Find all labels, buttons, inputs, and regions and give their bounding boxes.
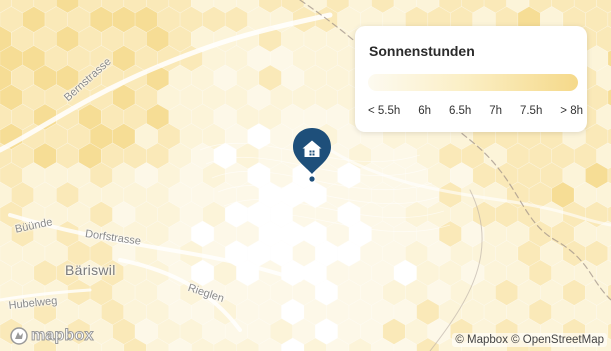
sun-hours-map[interactable]: Bernstrasse Dorfstrasse Büünde Bäriswil … (0, 0, 611, 351)
place-label-bariswil: Bäriswil (65, 262, 116, 278)
sunshine-legend: Sonnenstunden < 5.5h 6h 6.5h 7h 7.5h > 8… (355, 26, 587, 132)
marker-dot (309, 176, 315, 182)
legend-tick: 7.5h (519, 105, 543, 117)
legend-tick: 6.5h (448, 105, 472, 117)
legend-tick: 7h (489, 105, 503, 117)
legend-tick: 6h (418, 105, 432, 117)
legend-title: Sonnenstunden (369, 43, 475, 59)
mapbox-logo-icon (10, 327, 28, 345)
legend-tick-labels: < 5.5h 6h 6.5h 7h 7.5h > 8h (368, 105, 583, 119)
legend-tick: > 8h (560, 105, 583, 117)
mapbox-logo[interactable]: mapbox (10, 326, 94, 346)
legend-gradient-bar (368, 74, 578, 91)
location-marker[interactable] (290, 126, 334, 184)
mapbox-logo-text: mapbox (31, 327, 94, 345)
map-attribution[interactable]: © Mapbox © OpenStreetMap (452, 333, 607, 347)
legend-tick: < 5.5h (368, 105, 401, 117)
